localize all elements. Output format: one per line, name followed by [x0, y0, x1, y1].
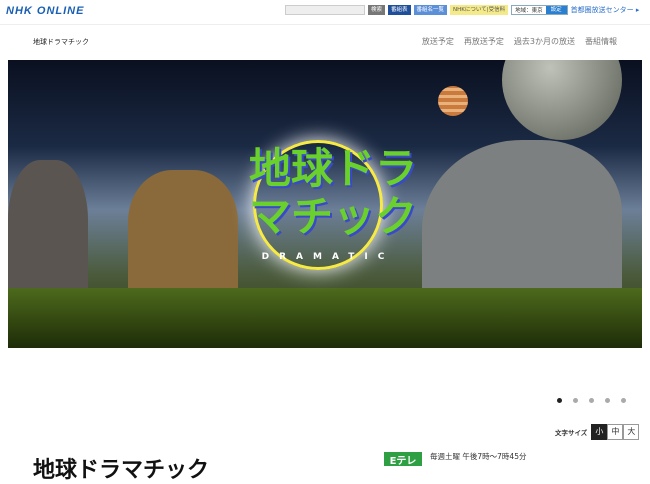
- font-size-medium[interactable]: 中: [607, 424, 624, 440]
- channel-badge: Eテレ: [384, 452, 422, 467]
- search-input[interactable]: [285, 5, 365, 15]
- nav-past-broadcasts[interactable]: 過去3か月の放送: [514, 36, 575, 47]
- top-toolbar: 検索 番組表 番組名一覧 NHKについて|受信料 地域：東京 設定 首都圏放送セン…: [285, 5, 639, 15]
- broadcast-center-link[interactable]: 首都圏放送センター ▸: [571, 5, 640, 15]
- program-title-link[interactable]: 地球ドラマチック: [33, 37, 89, 47]
- nav-rebroadcast[interactable]: 再放送予定: [464, 36, 504, 47]
- schedule-button[interactable]: 番組表: [388, 5, 411, 15]
- page-title: 地球ドラマチック: [33, 458, 210, 483]
- slide-dot[interactable]: [573, 398, 578, 403]
- slide-dot[interactable]: [589, 398, 594, 403]
- slide-dot[interactable]: [557, 398, 562, 403]
- hero-title: 地球ドラマチック: [248, 144, 417, 241]
- grass-image: [8, 288, 642, 348]
- region-set-button[interactable]: 設定: [545, 6, 567, 14]
- slide-indicators: [557, 398, 626, 403]
- jupiter-image: [438, 86, 468, 116]
- nav-program-info[interactable]: 番組情報: [585, 36, 617, 47]
- hero-banner[interactable]: 地球ドラマチック DRAMATIC: [8, 60, 642, 348]
- broadcast-center-label: 首都圏放送センター: [570, 6, 634, 14]
- about-nhk-button[interactable]: NHKについて|受信料: [450, 5, 509, 15]
- region-selector[interactable]: 地域：東京 設定: [511, 5, 568, 15]
- program-list-button[interactable]: 番組名一覧: [413, 5, 448, 15]
- hero-subtitle: DRAMATIC: [261, 252, 395, 262]
- program-nav: 放送予定 再放送予定 過去3か月の放送 番組情報: [422, 36, 617, 47]
- arrow-right-icon: ▸: [635, 6, 640, 14]
- region-label: 地域：東京: [515, 8, 543, 14]
- font-size-label: 文字サイズ: [555, 429, 588, 437]
- font-size-large[interactable]: 大: [623, 424, 640, 440]
- sphinx-image: [128, 170, 238, 300]
- font-size-control: 文字サイズ 小 中 大: [555, 424, 640, 440]
- slide-dot[interactable]: [621, 398, 626, 403]
- nav-broadcast-schedule[interactable]: 放送予定: [422, 36, 454, 47]
- font-size-small[interactable]: 小: [591, 424, 608, 440]
- slide-dot[interactable]: [605, 398, 610, 403]
- schedule-text: 毎週土曜 午後7時～7時45分: [430, 452, 527, 461]
- divider: [0, 24, 650, 25]
- moon-image: [502, 60, 622, 140]
- nhk-online-logo[interactable]: NHK ONLINE: [6, 5, 84, 17]
- search-button[interactable]: 検索: [368, 5, 386, 15]
